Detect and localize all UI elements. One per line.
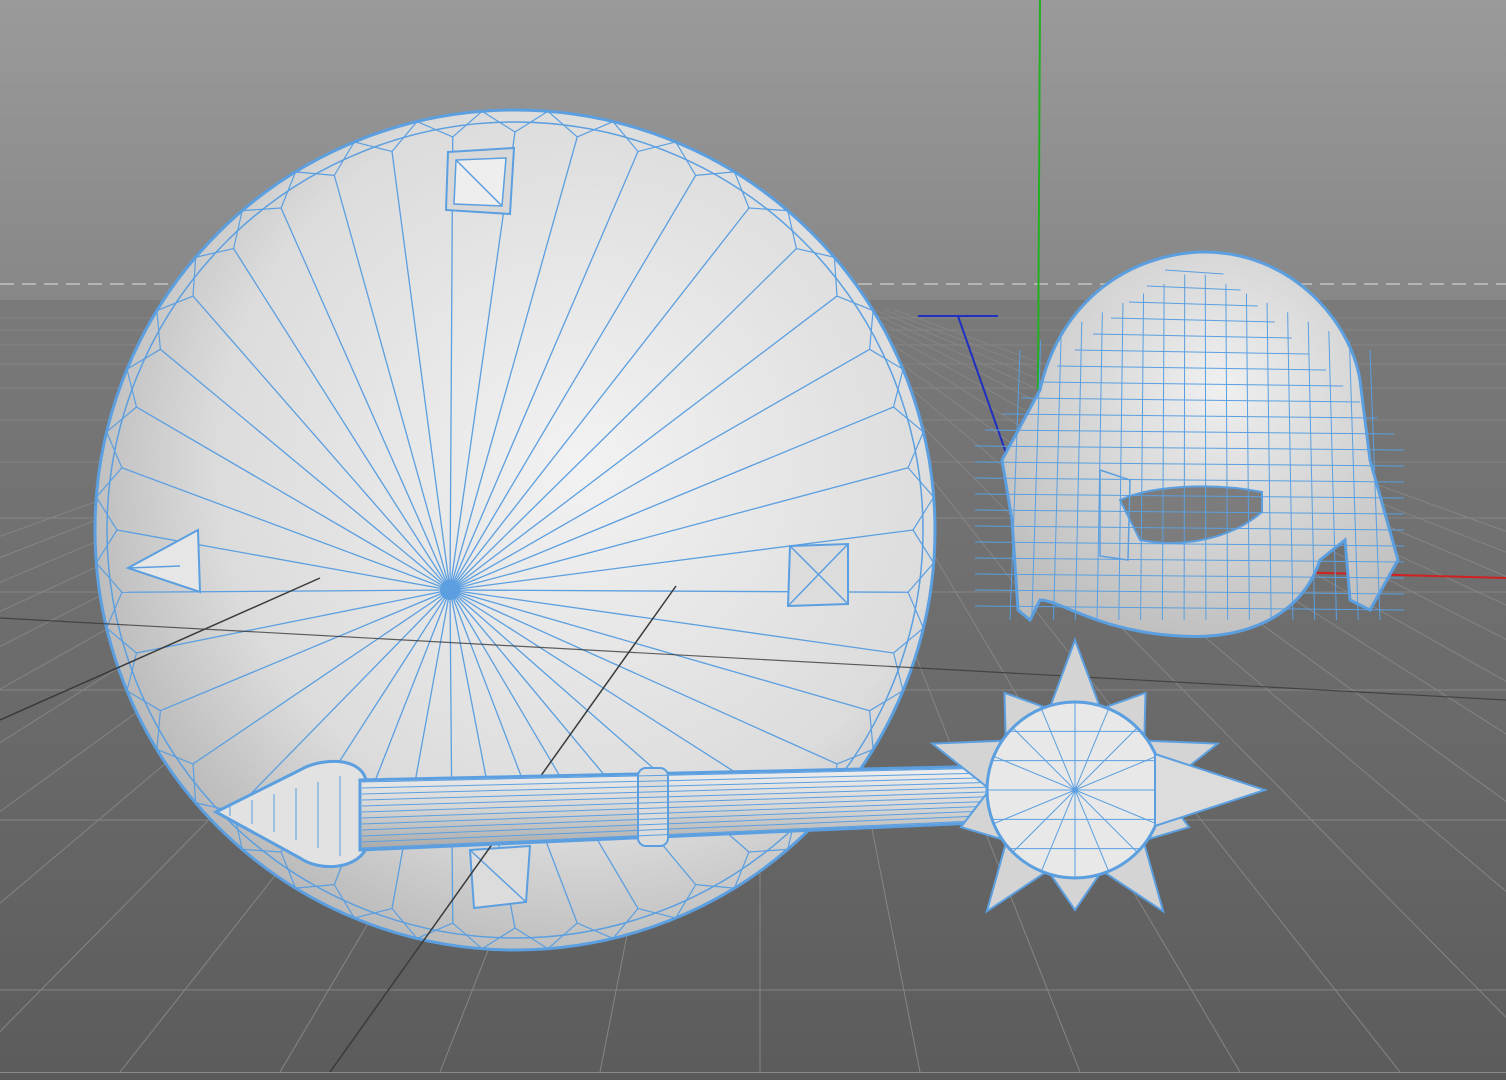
shield-boss-center (440, 580, 460, 600)
viewport-bottom-border (0, 1072, 1506, 1080)
helmet-edge (1204, 274, 1207, 621)
shield-stud-top (444, 146, 516, 216)
3d-viewport[interactable] (0, 0, 1506, 1080)
helmet-edge (1183, 274, 1186, 621)
viewport-canvas[interactable] (0, 0, 1506, 1080)
shield-stud-bottom (468, 844, 532, 910)
shield-stud-right (786, 542, 849, 608)
